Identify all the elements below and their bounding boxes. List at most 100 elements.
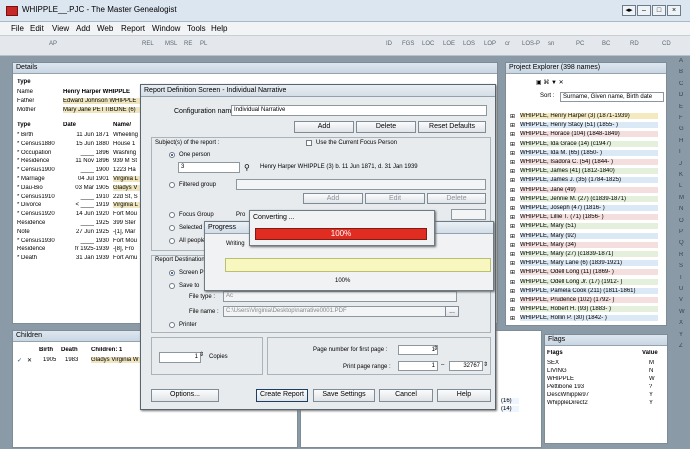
tree-expander-icon[interactable]: ⊞	[510, 251, 515, 258]
close-button[interactable]: ×	[667, 5, 681, 16]
alphabet-letter[interactable]: K	[679, 172, 683, 178]
event-place[interactable]: Gladys V	[113, 184, 141, 191]
flag-value[interactable]: Y	[649, 400, 653, 406]
menu-edit[interactable]: Edit	[30, 24, 44, 33]
menu-help[interactable]: Help	[211, 24, 227, 33]
alphabet-scroller[interactable]: ABCDEFGHIJKLMNOPQRSTUVWXYZ	[679, 58, 687, 358]
tree-expander-icon[interactable]: ⊞	[510, 288, 515, 295]
explorer-row[interactable]: WHIPPLE, Mary Lane (6) (1839-1921)	[520, 260, 658, 267]
toolbar-loe[interactable]: LOE	[443, 41, 455, 47]
help-button[interactable]: Help	[437, 389, 491, 402]
event-place[interactable]: 939 M St	[113, 158, 141, 164]
config-delete-button[interactable]: Delete	[356, 121, 416, 133]
file-name-input[interactable]: C:\Users\Virginia\Desktop\narrative0001.…	[223, 306, 457, 317]
filter-delete-button[interactable]: Delete	[427, 193, 486, 204]
alphabet-letter[interactable]: X	[679, 320, 683, 326]
menu-tools[interactable]: Tools	[187, 24, 206, 33]
event-place[interactable]: Washing	[113, 150, 141, 156]
toolbar-loc[interactable]: LOC	[422, 41, 434, 47]
menu-report[interactable]: Report	[121, 24, 145, 33]
alphabet-letter[interactable]: A	[679, 58, 683, 64]
toolbar-pl[interactable]: PL	[200, 41, 207, 47]
alphabet-letter[interactable]: L	[679, 183, 682, 189]
browse-button[interactable]: ...	[445, 306, 459, 317]
explorer-row[interactable]: WHIPPLE, Joseph (47) (1816- )	[520, 205, 658, 211]
menu-window[interactable]: Window	[152, 24, 180, 33]
alphabet-letter[interactable]: E	[679, 104, 683, 110]
filtered-group-select[interactable]	[236, 179, 486, 190]
explorer-row[interactable]: WHIPPLE, Henry Harper (3) (1871-1939)	[520, 113, 658, 119]
flag-value[interactable]: W	[649, 376, 655, 382]
flag-value[interactable]: N	[649, 368, 653, 374]
explorer-row[interactable]: WHIPPLE, James J. (35) (1784-1825)	[520, 177, 658, 184]
event-place[interactable]: Virginia L	[113, 202, 141, 209]
tree-expander-icon[interactable]: ⊞	[510, 159, 515, 166]
menu-add[interactable]: Add	[76, 24, 90, 33]
alphabet-letter[interactable]: U	[679, 286, 683, 292]
explorer-row[interactable]: WHIPPLE, Horace (104) (1848-1849)	[520, 131, 658, 138]
toolbar-re[interactable]: RE	[184, 41, 192, 47]
tree-expander-icon[interactable]: ⊞	[510, 223, 515, 230]
toolbar-rd[interactable]: RD	[630, 41, 639, 47]
toolbar-los-p[interactable]: LOS-P	[522, 41, 540, 47]
printer-radio[interactable]	[169, 322, 175, 328]
flag-value[interactable]: M	[649, 360, 654, 366]
toolbar-cd[interactable]: CD	[662, 41, 671, 47]
create-report-button[interactable]: Create Report	[256, 389, 308, 402]
alphabet-letter[interactable]: T	[679, 275, 683, 281]
toolbar-ap[interactable]: AP	[49, 41, 57, 47]
tree-expander-icon[interactable]: ⊞	[510, 187, 515, 194]
event-place[interactable]: Fort Mou	[113, 211, 141, 217]
explorer-row[interactable]: WHIPPLE, Odell Long Jr. (17) (1912- )	[520, 278, 658, 285]
explorer-row[interactable]: WHIPPLE, Mary (34)	[520, 241, 658, 248]
use-current-checkbox[interactable]	[306, 140, 312, 146]
tree-expander-icon[interactable]: ⊞	[510, 141, 515, 148]
alphabet-letter[interactable]: R	[679, 252, 683, 258]
alphabet-letter[interactable]: O	[679, 218, 684, 224]
alphabet-letter[interactable]: I	[679, 149, 681, 155]
event-place[interactable]: 1223 Ha	[113, 167, 141, 173]
child-expand-icon[interactable]: ✕	[27, 357, 32, 364]
alphabet-letter[interactable]: Q	[679, 240, 684, 246]
config-name-select[interactable]: Individual Narrative	[231, 105, 487, 116]
config-add-button[interactable]: Add	[294, 121, 354, 133]
tree-expander-icon[interactable]: ⊞	[510, 122, 515, 129]
event-place[interactable]: -[1], Mar	[113, 229, 141, 235]
toolbar-lop[interactable]: LOP	[484, 41, 496, 47]
save-to-radio[interactable]	[169, 283, 175, 289]
alphabet-letter[interactable]: F	[679, 115, 683, 121]
selected-radio[interactable]	[169, 225, 175, 231]
explorer-tool-icon[interactable]: ▣ ⌘ ▼ ✕	[536, 79, 564, 86]
tree-expander-icon[interactable]: ⊞	[510, 269, 515, 276]
minimize-button[interactable]: –	[637, 5, 651, 16]
tree-expander-icon[interactable]: ⊞	[510, 306, 515, 313]
tree-expander-icon[interactable]: ⊞	[510, 297, 515, 304]
reset-defaults-button[interactable]: Reset Defaults	[418, 121, 486, 133]
tree-expander-icon[interactable]: ⊞	[510, 150, 515, 157]
alphabet-letter[interactable]: V	[679, 297, 683, 303]
explorer-row[interactable]: WHIPPLE, Prudence (102) (1792- )	[520, 297, 658, 303]
tree-expander-icon[interactable]: ⊞	[510, 168, 515, 175]
first-page-spinner-icon[interactable]: ⇕	[433, 345, 438, 352]
flag-value[interactable]: Y	[649, 392, 653, 398]
one-person-radio[interactable]	[169, 152, 175, 158]
app-icon[interactable]	[6, 6, 18, 16]
person-id-input[interactable]: 3	[178, 162, 240, 173]
tree-expander-icon[interactable]: ⊞	[510, 205, 515, 212]
toolbar-fgs[interactable]: FGS	[402, 41, 414, 47]
toolbar-id[interactable]: ID	[386, 41, 392, 47]
options-button[interactable]: Options...	[151, 389, 219, 402]
toolbar-msl[interactable]: MSL	[165, 41, 177, 47]
range-to-input[interactable]: 32767	[449, 361, 483, 371]
explorer-row[interactable]: WHIPPLE, Ida Grace (14) (c1947)	[520, 140, 658, 147]
first-page-input[interactable]: 1	[398, 345, 438, 355]
alphabet-letter[interactable]: Y	[679, 332, 683, 338]
explorer-row[interactable]: WHIPPLE, Jane (49)	[520, 186, 658, 193]
toolbar-cr[interactable]: cr	[505, 41, 510, 47]
explorer-row[interactable]: WHIPPLE, Isadora C. (54) (1844- )	[520, 159, 658, 165]
tree-expander-icon[interactable]: ⊞	[510, 260, 515, 267]
event-place[interactable]: Fort Mou	[113, 238, 141, 244]
save-settings-button[interactable]: Save Settings	[313, 389, 375, 402]
tree-expander-icon[interactable]: ⊞	[510, 113, 515, 120]
alphabet-letter[interactable]: M	[679, 195, 684, 201]
